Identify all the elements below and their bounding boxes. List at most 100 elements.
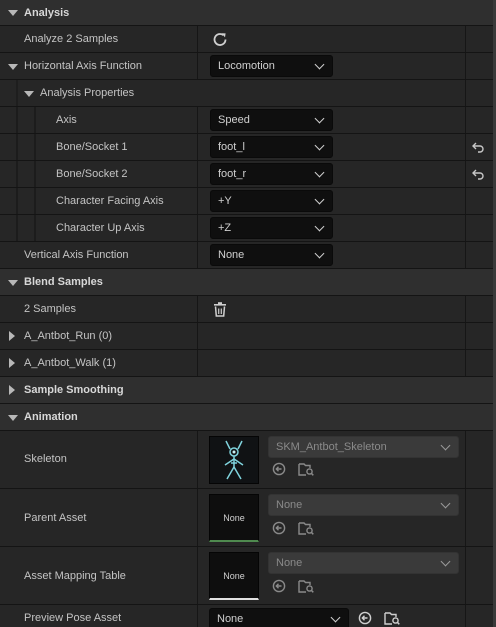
bone-socket-1-value: foot_l (218, 141, 245, 153)
asset-mapping-combo[interactable]: None (268, 552, 459, 574)
skeleton-row: Skeleton SKM_Antbot_Skeleton (0, 431, 493, 489)
vertical-axis-combo[interactable]: None (210, 244, 333, 266)
axis-value: Speed (218, 114, 250, 126)
find-in-folder-icon[interactable] (298, 462, 314, 476)
expand-arrow-icon[interactable] (9, 331, 15, 341)
parent-asset-combo[interactable]: None (268, 494, 459, 516)
character-up-axis-combo[interactable]: +Z (210, 217, 333, 239)
category-blend-samples[interactable]: Blend Samples (0, 269, 493, 296)
skeleton-combo: SKM_Antbot_Skeleton (268, 436, 459, 458)
bone-socket-2-combo[interactable]: foot_r (210, 163, 333, 185)
analyze-row: Analyze 2 Samples (0, 26, 493, 53)
chevron-down-icon (314, 221, 325, 232)
preview-pose-asset-label: Preview Pose Asset (24, 612, 122, 624)
find-in-folder-icon[interactable] (384, 611, 400, 625)
axis-row: Axis Speed (0, 107, 493, 134)
chevron-down-icon (314, 59, 325, 70)
expand-arrow-icon[interactable] (9, 358, 15, 368)
horizontal-axis-combo[interactable]: Locomotion (210, 55, 333, 77)
collapse-arrow-icon[interactable] (8, 10, 18, 16)
bone-socket-1-row: Bone/Socket 1 foot_l (0, 134, 493, 161)
bone-socket-2-value: foot_r (218, 168, 247, 180)
vertical-axis-row: Vertical Axis Function None (0, 242, 493, 269)
asset-mapping-value: None (276, 557, 303, 569)
find-in-folder-icon[interactable] (298, 579, 314, 593)
blend-sample-item[interactable]: A_Antbot_Walk (1) (0, 350, 493, 377)
horizontal-axis-value: Locomotion (218, 60, 275, 72)
collapse-arrow-icon[interactable] (8, 415, 18, 421)
vertical-axis-label: Vertical Axis Function (24, 249, 129, 261)
bone-socket-1-label: Bone/Socket 1 (56, 141, 128, 153)
chevron-down-icon (314, 140, 325, 151)
parent-asset-row: Parent Asset None None (0, 489, 493, 547)
collapse-arrow-icon[interactable] (24, 91, 34, 97)
samples-count-label: 2 Samples (24, 303, 76, 315)
browse-arrow-icon[interactable] (272, 462, 286, 476)
category-label: Animation (24, 411, 78, 423)
skeleton-label: Skeleton (24, 453, 67, 465)
chevron-down-icon (330, 612, 341, 623)
chevron-down-icon (440, 556, 451, 567)
skeleton-value: SKM_Antbot_Skeleton (276, 441, 387, 453)
parent-thumbnail-label: None (223, 513, 245, 523)
category-label: Analysis (24, 7, 70, 19)
chevron-down-icon (314, 194, 325, 205)
chevron-down-icon (314, 248, 325, 259)
collapse-arrow-icon[interactable] (8, 64, 18, 70)
chevron-down-icon (440, 498, 451, 509)
preview-pose-asset-combo[interactable]: None (209, 608, 349, 627)
asset-mapping-table-row: Asset Mapping Table None None (0, 547, 493, 605)
browse-arrow-icon[interactable] (272, 521, 286, 535)
preview-pose-asset-value: None (217, 613, 244, 625)
bone-socket-1-combo[interactable]: foot_l (210, 136, 333, 158)
asset-mapping-thumbnail[interactable]: None (209, 552, 259, 600)
category-label: Sample Smoothing (24, 384, 124, 396)
axis-combo[interactable]: Speed (210, 109, 333, 131)
parent-asset-value: None (276, 499, 303, 511)
parent-asset-thumbnail[interactable]: None (209, 494, 259, 542)
chevron-down-icon (440, 440, 451, 451)
bone-socket-2-label: Bone/Socket 2 (56, 168, 128, 180)
parent-asset-label: Parent Asset (24, 512, 87, 524)
character-up-axis-label: Character Up Axis (56, 222, 145, 234)
category-animation[interactable]: Animation (0, 404, 493, 431)
horizontal-axis-label: Horizontal Axis Function (24, 60, 142, 72)
chevron-down-icon (314, 167, 325, 178)
browse-arrow-icon[interactable] (272, 579, 286, 593)
browse-arrow-icon[interactable] (358, 611, 372, 625)
details-panel: Analysis Analyze 2 Samples Horizontal Ax… (0, 0, 493, 627)
collapse-arrow-icon[interactable] (8, 280, 18, 286)
reset-arrow-icon[interactable] (472, 169, 484, 180)
analysis-properties-row[interactable]: Analysis Properties (0, 80, 493, 107)
preview-pose-asset-row: Preview Pose Asset None (0, 605, 493, 627)
character-up-axis-row: Character Up Axis +Z (0, 215, 493, 242)
horizontal-axis-row: Horizontal Axis Function Locomotion (0, 53, 493, 80)
character-facing-axis-label: Character Facing Axis (56, 195, 164, 207)
bone-socket-2-row: Bone/Socket 2 foot_r (0, 161, 493, 188)
blend-sample-label: A_Antbot_Walk (1) (24, 357, 116, 369)
samples-count-row: 2 Samples (0, 296, 493, 323)
category-analysis[interactable]: Analysis (0, 0, 493, 26)
character-facing-axis-row: Character Facing Axis +Y (0, 188, 493, 215)
character-up-axis-value: +Z (218, 222, 232, 234)
find-in-folder-icon[interactable] (298, 521, 314, 535)
chevron-down-icon (314, 113, 325, 124)
character-facing-axis-combo[interactable]: +Y (210, 190, 333, 212)
blend-sample-label: A_Antbot_Run (0) (24, 330, 113, 342)
skeleton-preview-icon (224, 440, 244, 480)
axis-label: Axis (56, 114, 77, 126)
expand-arrow-icon[interactable] (9, 385, 15, 395)
mapping-thumbnail-label: None (223, 571, 245, 581)
reset-arrow-icon[interactable] (472, 142, 484, 153)
vertical-axis-value: None (218, 249, 245, 261)
refresh-icon[interactable] (211, 30, 230, 49)
category-label: Blend Samples (24, 276, 103, 288)
asset-mapping-table-label: Asset Mapping Table (24, 570, 126, 582)
skeleton-thumbnail[interactable] (209, 436, 259, 484)
blend-sample-item[interactable]: A_Antbot_Run (0) (0, 323, 493, 350)
category-sample-smoothing[interactable]: Sample Smoothing (0, 377, 493, 404)
character-facing-axis-value: +Y (218, 195, 232, 207)
trash-icon[interactable] (213, 302, 227, 317)
analyze-label: Analyze 2 Samples (24, 33, 119, 45)
analysis-properties-label: Analysis Properties (40, 87, 135, 99)
